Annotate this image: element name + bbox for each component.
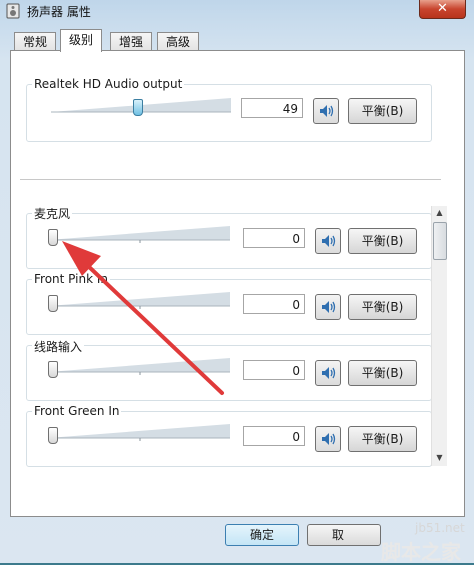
speaker-properties-window: 扬声器 属性 ✕ 常规 级别 增强 高级 Realtek HD Audio ou… (0, 0, 474, 563)
close-button[interactable]: ✕ (419, 0, 466, 19)
microphone-balance-button[interactable]: 平衡(B) (348, 228, 417, 254)
front-pink-in-volume-slider[interactable] (48, 290, 232, 312)
line-in-volume-slider[interactable] (48, 356, 232, 378)
section-divider (20, 179, 441, 180)
speaker-icon (322, 367, 336, 379)
front-pink-in-volume-thumb[interactable] (48, 295, 58, 312)
front-green-in-label: Front Green In (32, 404, 122, 418)
front-green-in-mute-button[interactable] (315, 426, 341, 452)
line-in-volume-value[interactable]: 0 (243, 360, 305, 380)
tab-levels[interactable]: 级别 (60, 29, 103, 52)
front-green-in-volume-slider[interactable] (48, 422, 232, 444)
front-pink-in-balance-button[interactable]: 平衡(B) (348, 294, 417, 320)
scroll-down-icon[interactable]: ▼ (434, 453, 445, 463)
speaker-icon (322, 433, 336, 445)
line-in-volume-thumb[interactable] (48, 361, 58, 378)
front-pink-in-mute-button[interactable] (315, 294, 341, 320)
master-volume-value[interactable]: 49 (241, 98, 303, 118)
title-bar: 扬声器 属性 ✕ (0, 0, 474, 22)
tab-enhancements[interactable]: 增强 (110, 32, 153, 51)
microphone-mute-button[interactable] (315, 228, 341, 254)
line-in-balance-button[interactable]: 平衡(B) (348, 360, 417, 386)
tab-general[interactable]: 常规 (14, 32, 57, 51)
speaker-icon (320, 105, 334, 117)
front-pink-in-volume-value[interactable]: 0 (243, 294, 305, 314)
master-mute-button[interactable] (313, 98, 339, 124)
speaker-properties-icon (6, 3, 20, 19)
scroll-up-icon[interactable]: ▲ (434, 208, 445, 218)
scroll-thumb[interactable] (433, 222, 447, 260)
microphone-volume-value[interactable]: 0 (243, 228, 305, 248)
line-in-label: 线路输入 (32, 338, 85, 355)
front-green-in-volume-value[interactable]: 0 (243, 426, 305, 446)
watermark-text: 脚本之家 (381, 540, 461, 564)
master-balance-button[interactable]: 平衡(B) (348, 98, 417, 124)
microphone-volume-slider[interactable] (48, 224, 232, 246)
watermark-url: jb51.net (415, 521, 465, 535)
master-output-label: Realtek HD Audio output (32, 77, 185, 91)
front-green-in-volume-thumb[interactable] (48, 427, 58, 444)
window-title: 扬声器 属性 (27, 5, 91, 19)
ok-button[interactable]: 确定 (225, 524, 299, 546)
speaker-icon (322, 301, 336, 313)
front-green-in-balance-button[interactable]: 平衡(B) (348, 426, 417, 452)
tab-advanced[interactable]: 高级 (157, 32, 200, 51)
front-pink-in-label: Front Pink In (32, 272, 110, 286)
speaker-icon (322, 235, 336, 247)
microphone-volume-thumb[interactable] (48, 229, 58, 246)
line-in-mute-button[interactable] (315, 360, 341, 386)
cancel-button[interactable]: 取 (307, 524, 381, 546)
microphone-label: 麦克风 (32, 205, 73, 222)
master-volume-thumb[interactable] (133, 99, 143, 116)
inputs-scrollbar[interactable]: ▲ ▼ (431, 206, 447, 466)
